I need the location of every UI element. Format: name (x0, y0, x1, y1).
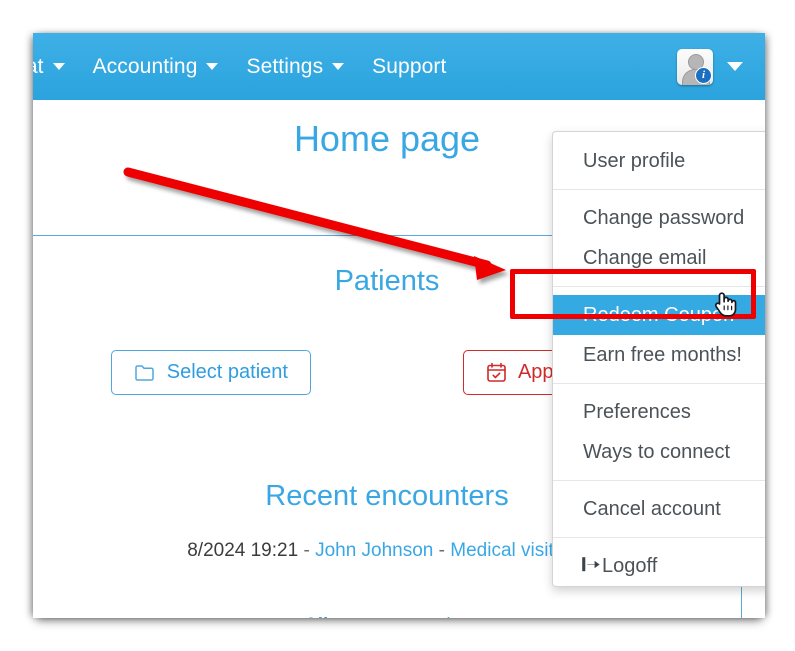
menu-item-label: Change password (583, 206, 745, 229)
nav-item-accounting[interactable]: Accounting (79, 56, 233, 77)
menu-item-label: Change email (583, 246, 707, 269)
user-dropdown-menu: User profile Change password Change emai… (552, 131, 765, 587)
menu-item-user-profile[interactable]: User profile (553, 141, 765, 181)
top-navbar: riat Accounting Settings Support (33, 33, 765, 100)
avatar-info-badge: i (695, 66, 712, 84)
menu-item-cancel-account[interactable]: Cancel account (553, 489, 765, 529)
menu-item-change-password[interactable]: Change password (553, 198, 765, 238)
navbar-menu: riat Accounting Settings Support (33, 33, 460, 100)
user-menu-trigger[interactable]: i (677, 33, 743, 100)
menu-item-label: User profile (583, 149, 686, 172)
menu-item-preferences[interactable]: Preferences (553, 392, 765, 432)
nav-item-riat[interactable]: riat (33, 56, 79, 77)
menu-divider (553, 189, 765, 190)
menu-divider (553, 480, 765, 481)
select-patient-button[interactable]: Select patient (110, 350, 311, 395)
menu-item-label: Earn free months! (583, 343, 742, 366)
menu-divider (553, 286, 765, 287)
menu-item-logoff[interactable]: Logoff (553, 546, 765, 586)
chevron-down-icon (206, 63, 219, 70)
all-encounters-link[interactable]: All encounters (304, 615, 436, 618)
menu-item-change-email[interactable]: Change email (553, 238, 765, 278)
encounter-patient-link[interactable]: John Johnson (315, 540, 433, 561)
browser-window: riat Accounting Settings Support (33, 33, 765, 618)
chevron-down-icon[interactable] (727, 62, 743, 71)
encounter-separator-1: - (303, 540, 310, 561)
encounter-separator-2: - (438, 540, 445, 561)
chevron-down-icon (52, 63, 65, 70)
encounter-datetime: 8/2024 19:21 (187, 540, 299, 561)
menu-item-redeem-coupon[interactable]: Redeem Coupon (553, 295, 765, 335)
menu-item-ways-to-connect[interactable]: Ways to connect (553, 432, 765, 472)
user-avatar-icon[interactable]: i (677, 48, 713, 85)
menu-item-label: Logoff (602, 554, 658, 577)
nav-item-settings[interactable]: Settings (232, 56, 358, 77)
select-patient-label: Select patient (166, 361, 288, 383)
menu-item-earn-free-months[interactable]: Earn free months! (553, 335, 765, 375)
menu-item-label: Redeem Coupon (583, 303, 735, 326)
all-encounters-row: All encounters |→ (33, 615, 741, 618)
screenshot-root: riat Accounting Settings Support (0, 0, 795, 651)
encounter-type-link[interactable]: Medical visit (450, 540, 553, 561)
menu-divider (553, 537, 765, 538)
menu-item-label: Ways to connect (583, 440, 731, 463)
calendar-check-icon (486, 362, 507, 383)
menu-item-label: Cancel account (583, 497, 721, 520)
menu-divider (553, 383, 765, 384)
logout-icon (581, 556, 600, 577)
menu-item-label: Preferences (583, 400, 691, 423)
arrow-right-to-end-icon: |→ (446, 615, 470, 618)
chevron-down-icon (332, 63, 345, 70)
nav-item-support[interactable]: Support (358, 56, 460, 77)
nav-item-label: Settings (246, 55, 324, 78)
folder-icon (134, 363, 156, 382)
nav-item-label: riat (33, 55, 44, 78)
nav-item-label: Support (372, 55, 447, 78)
nav-item-label: Accounting (92, 55, 198, 78)
